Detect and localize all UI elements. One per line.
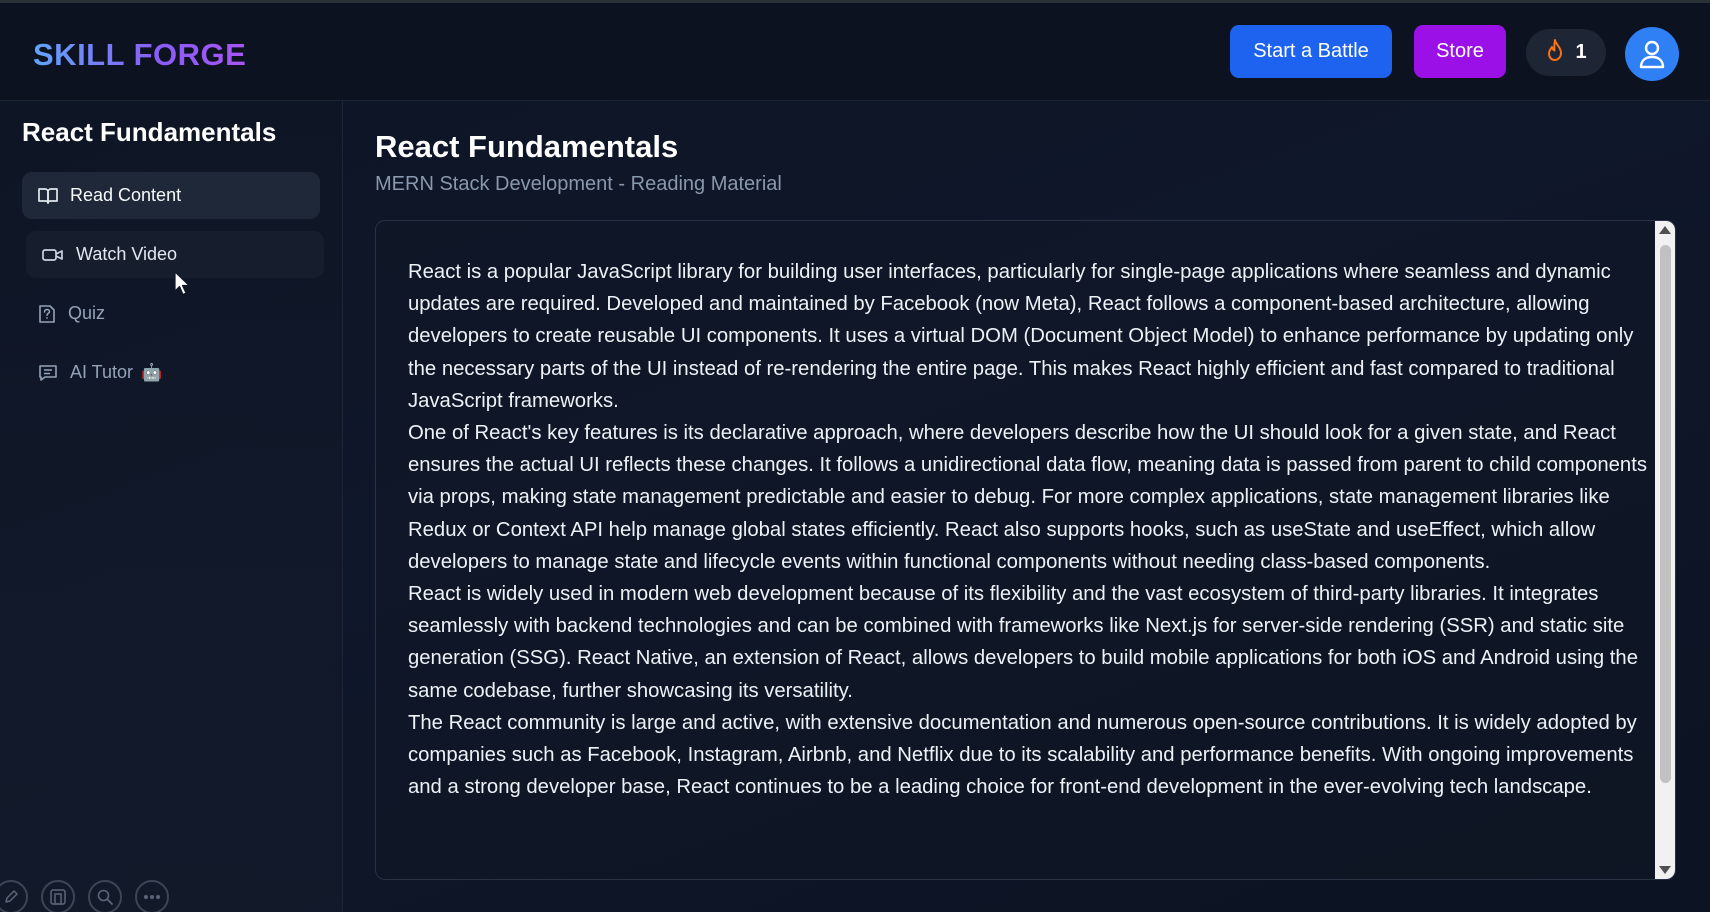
flame-icon [1545,38,1565,68]
sidebar-item-ai-tutor[interactable]: AI Tutor 🤖 [22,349,320,396]
quiz-icon [39,304,55,323]
pen-tool-button[interactable] [0,880,28,912]
top-navbar: SKILL FORGE Start a Battle Store 1 [0,3,1710,101]
search-tool-button[interactable] [88,880,122,912]
page-subtitle: MERN Stack Development - Reading Materia… [375,173,782,195]
sidebar-item-label: Watch Video [76,244,178,264]
book-open-icon [38,187,58,204]
store-button[interactable]: Store [1414,25,1506,78]
layout-tool-button[interactable] [41,880,75,912]
streak-count: 1 [1575,41,1587,63]
scrollbar-thumb[interactable] [1660,245,1671,783]
sidebar-title: React Fundamentals [22,117,277,147]
start-battle-button[interactable]: Start a Battle [1230,25,1392,78]
sidebar-item-label: AI Tutor [70,362,134,382]
search-icon [97,889,113,905]
content-scrollbar[interactable] [1655,221,1675,879]
more-icon [144,895,160,899]
pen-icon [5,890,18,903]
streak-counter[interactable]: 1 [1526,29,1606,76]
video-icon [42,248,63,261]
chat-icon [39,364,57,381]
user-avatar-button[interactable] [1625,27,1679,81]
sidebar-item-read-content[interactable]: Read Content [22,172,320,219]
paragraph: React is widely used in modern web devel… [408,583,1638,702]
layout-icon [50,889,66,905]
sidebar-item-label: Read Content [70,185,182,205]
sidebar-item-quiz[interactable]: Quiz [22,290,320,337]
scroll-up-arrow-icon[interactable] [1659,226,1671,234]
paragraph: The React community is large and active,… [408,711,1637,799]
sidebar: React Fundamentals Read Content Watch Vi… [0,101,343,912]
reading-text: React is a popular JavaScript library fo… [408,256,1648,803]
user-icon [1639,40,1665,69]
mouse-cursor-icon [174,271,190,296]
robot-emoji-icon: 🤖 [141,362,163,382]
paragraph: One of React's key features is its decla… [408,422,1647,573]
app-window: SKILL FORGE Start a Battle Store 1 React… [0,0,1710,912]
scroll-down-arrow-icon[interactable] [1659,866,1671,874]
app-logo[interactable]: SKILL FORGE [33,37,246,73]
reading-content-panel[interactable]: React is a popular JavaScript library fo… [375,220,1676,880]
more-tool-button[interactable] [135,880,169,912]
paragraph: React is a popular JavaScript library fo… [408,261,1634,412]
page-title: React Fundamentals [375,129,679,164]
bottom-toolbar [0,876,200,912]
sidebar-item-label: Quiz [68,303,106,323]
